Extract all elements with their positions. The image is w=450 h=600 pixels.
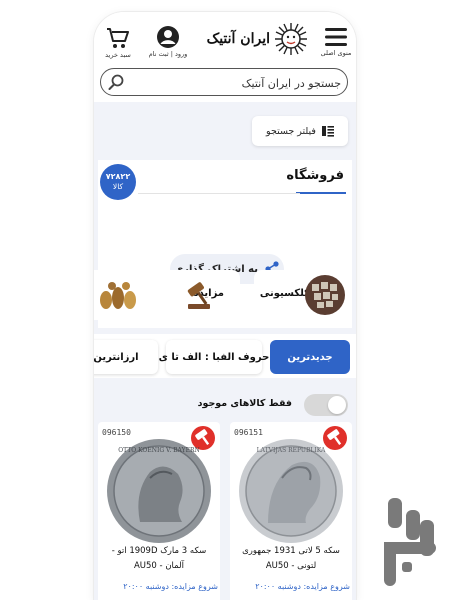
in-stock-filter: فقط کالاهای موجود <box>94 392 356 418</box>
toggle-knob <box>328 396 346 414</box>
product-count-unit: کالا <box>112 182 124 191</box>
category-carousel: کلکسیونی مزایده <box>94 270 356 326</box>
app-logo-watermark-icon <box>384 498 436 586</box>
auction-start-time: شروع مزایده: دوشنبه ۲۰:۰۰ <box>123 582 218 591</box>
latvia-5-lati-coin-image: LATVIJAS REPUBLIKA <box>239 439 343 543</box>
product-title: سکه 3 مارک 1909D اتو - آلمان - AU50 <box>111 546 207 571</box>
product-count: ۷۲۸۲۲ <box>105 172 131 181</box>
search-bar <box>100 68 348 96</box>
hamburger-menu-icon <box>325 28 347 46</box>
search-filter-button[interactable]: فیلتر جستجو <box>252 116 348 146</box>
app-screen: سبد خرید ورود | ثبت نام ایران آنتیک منوی… <box>94 12 356 600</box>
cart-button[interactable]: سبد خرید <box>102 26 134 59</box>
lion-sun-emblem-icon <box>275 23 307 55</box>
auction-start-time: شروع مزایده: دوشنبه ۲۰:۰۰ <box>255 582 350 591</box>
svg-text:LATVIJAS REPUBLIKA: LATVIJAS REPUBLIKA <box>257 447 326 454</box>
in-stock-toggle[interactable] <box>304 394 348 416</box>
germany-3-mark-coin-image: OTTO KOENIG V. BAYERN <box>107 439 211 543</box>
category-auction[interactable]: مزایده <box>160 270 240 320</box>
login-register-label: ورود | ثبت نام <box>148 50 188 58</box>
stamps-collection-image <box>305 275 345 315</box>
filter-list-icon <box>321 126 334 137</box>
shopping-cart-icon <box>107 28 129 48</box>
cart-label: سبد خرید <box>105 51 131 59</box>
sort-options-row: جدیدترین حروف الفبا : الف تا ی ارزانترین <box>94 334 356 378</box>
product-id: 096151 <box>234 428 263 437</box>
main-content: فیلتر جستجو ۷۲۸۲۲ کالا فروشگاه به اشتراک… <box>94 102 356 600</box>
product-card[interactable]: 096150 OTTO KOENIG V. BAYERN سکه 3 مارک … <box>98 422 220 600</box>
section-divider <box>138 193 300 194</box>
main-menu-button[interactable]: منوی اصلی <box>320 26 352 57</box>
antique-brass-items-image <box>100 282 136 309</box>
brand-logo[interactable]: ایران آنتیک <box>194 23 310 55</box>
in-stock-label: فقط کالاهای موجود <box>197 398 292 409</box>
shop-title: فروشگاه <box>286 168 344 183</box>
product-title: سکه 5 لاتی 1931 جمهوری لتونی - AU50 <box>242 546 340 571</box>
svg-text:OTTO KOENIG V. BAYERN: OTTO KOENIG V. BAYERN <box>118 447 200 454</box>
sort-tab-alphabetical[interactable]: حروف الفبا : الف تا ی <box>159 340 269 374</box>
sort-tab-newest[interactable]: جدیدترین <box>270 340 350 374</box>
sort-tab-cheapest[interactable]: ارزانترین <box>94 340 158 374</box>
search-filter-label: فیلتر جستجو <box>266 125 316 137</box>
search-icon[interactable] <box>108 74 124 90</box>
category-antique-items[interactable] <box>94 270 150 320</box>
category-collectibles[interactable]: کلکسیونی <box>254 270 350 320</box>
category-label: کلکسیونی <box>259 288 310 299</box>
auction-gavel-image <box>187 282 210 309</box>
product-id: 096150 <box>102 428 131 437</box>
brand-logo-text: ایران آنتیک <box>206 31 270 47</box>
shop-title-underline <box>296 192 346 194</box>
top-app-bar: سبد خرید ورود | ثبت نام ایران آنتیک منوی… <box>94 12 356 70</box>
product-card[interactable]: 096151 LATVIJAS REPUBLIKA سکه 5 لاتی 193… <box>230 422 352 600</box>
search-input[interactable] <box>129 72 343 94</box>
product-count-badge: ۷۲۸۲۲ کالا <box>100 164 136 200</box>
main-menu-label: منوی اصلی <box>320 49 352 57</box>
user-avatar-icon <box>157 26 179 48</box>
login-register-button[interactable]: ورود | ثبت نام <box>144 25 192 58</box>
